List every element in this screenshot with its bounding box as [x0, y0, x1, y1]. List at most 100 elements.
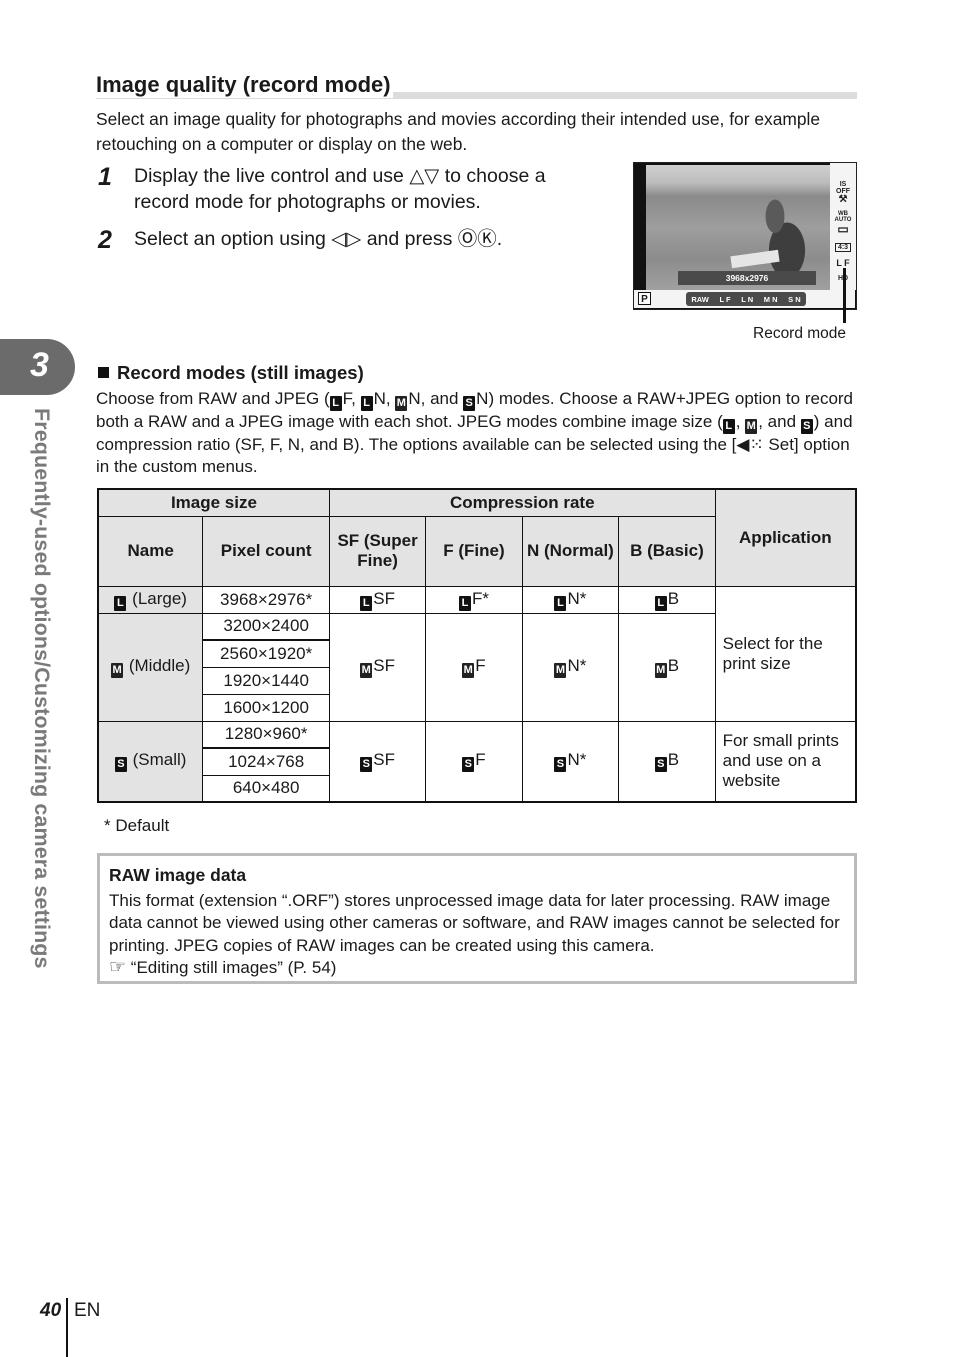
- mode-label: SF: [373, 656, 395, 675]
- step-text: Select an option using ◁▷ and press ⓄⓀ.: [134, 228, 503, 250]
- n-cell: L N*: [521, 585, 620, 614]
- record-mode-options: RAW L F L N M N S N: [686, 292, 806, 306]
- header-sf: SF (Super Fine): [328, 515, 427, 587]
- option-lf: L F: [719, 294, 731, 304]
- pixel-count-cell: 1920×1440: [202, 666, 330, 695]
- page-language: EN: [74, 1300, 101, 1321]
- n-cell: M N*: [521, 612, 620, 722]
- option-raw: RAW: [691, 294, 709, 304]
- chapter-number: 3: [30, 346, 49, 384]
- large-size-icon: L: [654, 595, 667, 611]
- header-name: Name: [97, 515, 204, 587]
- size-name-cell: M (Middle): [97, 612, 204, 722]
- note-text: This format (extension “.ORF”) stores un…: [109, 891, 840, 955]
- pixel-count-cell: 1280×960*: [202, 720, 330, 749]
- step-number: 2: [98, 226, 112, 254]
- mode-label: B: [667, 588, 680, 608]
- mode-label: N*: [567, 750, 587, 770]
- note-title: RAW image data: [109, 865, 247, 885]
- sf-cell: S SF: [328, 720, 427, 803]
- header-b: B (Basic): [618, 515, 716, 587]
- table-row-large: L (Large) 3968×2976* L SF L F* L N* LB Sele…: [97, 585, 857, 722]
- pixel-count-cell: 2560×1920*: [202, 639, 330, 668]
- f-cell: L F*: [425, 585, 523, 614]
- footnote-default: * Default: [104, 816, 170, 835]
- b-cell: LB: [618, 585, 716, 614]
- mode-label: F: [475, 656, 486, 675]
- text: Choose from RAW and JPEG (: [96, 389, 330, 408]
- section-title: Record modes (still images): [117, 362, 364, 383]
- application-cell: For small prints and use on a website: [714, 720, 857, 803]
- header-application: Application: [714, 488, 857, 587]
- size-name-cell: L (Large): [97, 585, 204, 614]
- callout-leader-line: [843, 268, 846, 323]
- middle-size-icon: M: [395, 396, 408, 411]
- section-heading: Record modes (still images): [98, 362, 364, 384]
- page-reference-link[interactable]: “Editing still images” (P. 54): [131, 958, 337, 977]
- record-modes-table: Image size Compression rate Application …: [97, 488, 857, 803]
- is-off-icon: IS OFF: [836, 181, 850, 195]
- small-size-icon: S: [800, 419, 813, 434]
- pixel-readout: 3968x2976: [678, 271, 816, 285]
- small-size-icon: S: [554, 757, 567, 773]
- text: F,: [342, 389, 361, 408]
- size-name: (Large): [132, 588, 187, 608]
- pixel-count-cell: 3968×2976*: [202, 585, 330, 614]
- section-paragraph: Choose from RAW and JPEG (L F, L N, M N, an…: [96, 388, 866, 478]
- page-title: Image quality (record mode): [96, 72, 393, 98]
- callout-caption: Record mode: [753, 325, 847, 342]
- pixel-count-cell: 640×480: [202, 774, 330, 803]
- b-cell: MB: [618, 612, 716, 722]
- header-n: N (Normal): [521, 515, 620, 587]
- pixel-count-cell: 3200×2400: [202, 612, 330, 641]
- large-size-icon: L: [329, 396, 342, 411]
- bullet-square-icon: [98, 367, 109, 378]
- size-name: (Middle): [128, 656, 191, 675]
- option-mn: M N: [763, 294, 778, 304]
- option-sn: S N: [788, 294, 801, 304]
- text: N,: [373, 389, 396, 408]
- middle-size-icon: M: [111, 663, 124, 678]
- large-size-icon: L: [458, 595, 471, 611]
- pixel-count-cell: 1024×768: [202, 747, 330, 776]
- step-text: Display the live control and use △▽ to c…: [134, 165, 546, 213]
- mode-label: N*: [567, 588, 587, 608]
- small-size-icon: S: [114, 757, 127, 773]
- table-row-small: S (Small) 1280×960* S SF SF S N* SB For sm…: [97, 720, 857, 803]
- large-size-icon: L: [722, 419, 735, 434]
- intro-paragraph: Select an image quality for photographs …: [96, 109, 821, 154]
- middle-size-icon: M: [462, 663, 475, 678]
- small-size-icon: S: [360, 757, 373, 773]
- middle-size-icon: M: [360, 663, 373, 678]
- mode-label: B: [667, 750, 680, 770]
- drive-mode-icon: ▭: [837, 222, 849, 236]
- chapter-tab: 3: [0, 339, 75, 395]
- footer-divider: [66, 1298, 68, 1357]
- mode-label: SF: [373, 750, 395, 770]
- mode-label: N*: [567, 656, 587, 675]
- header-compression-rate: Compression rate: [328, 488, 716, 517]
- note-body: This format (extension “.ORF”) stores un…: [109, 890, 849, 979]
- step-number: 1: [98, 163, 112, 191]
- record-mode-icon: L F: [836, 258, 850, 268]
- pointing-hand-icon: ☞: [109, 956, 127, 978]
- small-size-icon: S: [654, 757, 667, 773]
- middle-size-icon: M: [554, 663, 567, 678]
- mode-label: B: [667, 656, 680, 675]
- size-name-cell: S (Small): [97, 720, 204, 803]
- large-size-icon: L: [114, 595, 127, 611]
- shooting-mode-icon: P: [638, 292, 651, 305]
- camera-screen-illustration: 3968x2976 IS OFF ⚒ WB AUTO ▭ 4:3 L F HD …: [633, 162, 857, 310]
- text: ,: [735, 412, 746, 431]
- b-cell: SB: [618, 720, 716, 803]
- mode-label: SF: [373, 588, 395, 608]
- f-cell: SF: [425, 720, 523, 803]
- large-size-icon: L: [554, 595, 567, 611]
- header-f: F (Fine): [425, 515, 523, 587]
- header-pixel-count: Pixel count: [202, 515, 330, 587]
- chapter-side-title: Frequently-used options/Customizing came…: [22, 408, 56, 1028]
- small-size-icon: S: [462, 757, 475, 773]
- text: , and: [758, 412, 801, 431]
- mode-label: F: [475, 750, 486, 770]
- raw-note-box: RAW image data This format (extension “.…: [97, 853, 857, 984]
